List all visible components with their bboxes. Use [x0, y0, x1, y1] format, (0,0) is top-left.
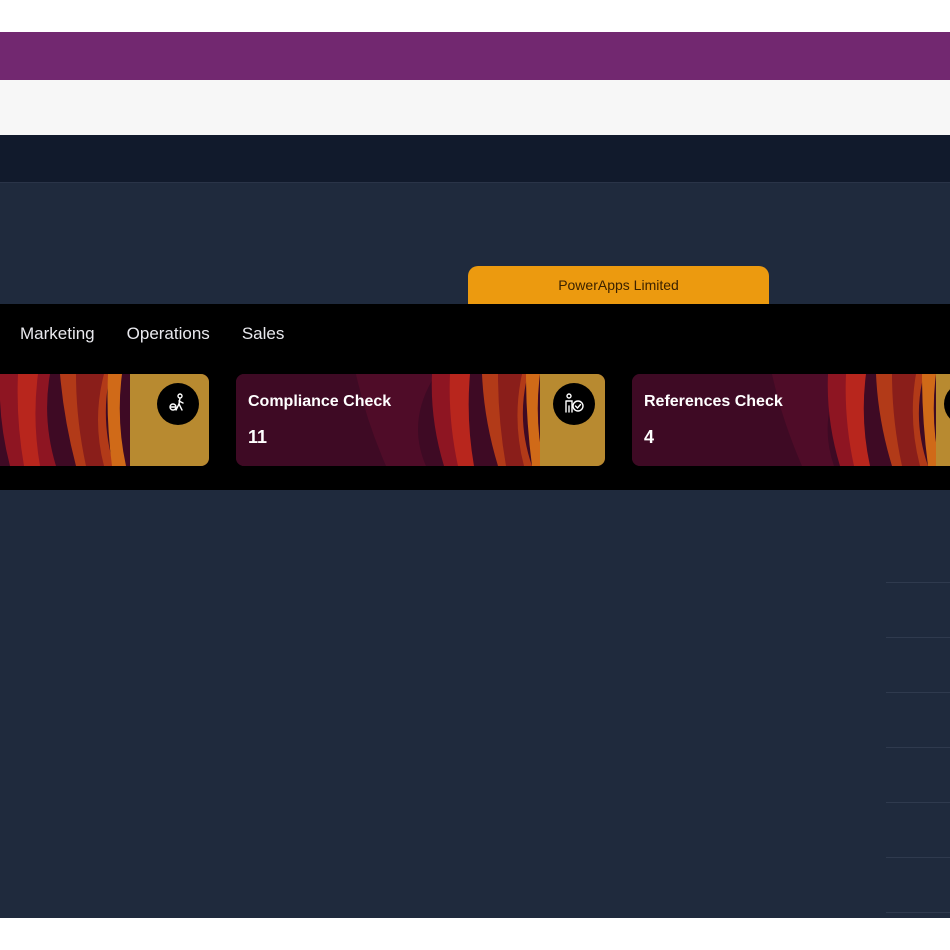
card-count: 11: [248, 427, 268, 447]
status-card-onboarding[interactable]: [0, 374, 209, 466]
list-item[interactable]: [886, 528, 950, 583]
tab-operations[interactable]: Operations: [127, 324, 210, 344]
department-panel: Marketing Operations Sales Compliance Ch…: [0, 304, 950, 490]
list-item[interactable]: [886, 693, 950, 748]
list-item[interactable]: [886, 583, 950, 638]
top-margin: [0, 0, 950, 32]
card-background-art: [632, 374, 950, 466]
status-card-compliance[interactable]: Compliance Check 11: [236, 374, 605, 466]
list-item[interactable]: [886, 803, 950, 858]
organization-tab[interactable]: PowerApps Limited: [468, 266, 769, 304]
card-count: 4: [644, 427, 655, 447]
card-title: References Check: [644, 393, 783, 410]
list-item[interactable]: [886, 748, 950, 803]
toolbar-band: [0, 80, 950, 135]
status-card-references[interactable]: References Check 4: [632, 374, 950, 466]
card-background-art: [236, 374, 605, 466]
compliance-icon: [553, 383, 595, 425]
tab-sales[interactable]: Sales: [242, 324, 285, 344]
app-top-bar: [0, 32, 950, 80]
side-list: [886, 528, 950, 913]
department-nav: Marketing Operations Sales: [0, 304, 297, 364]
onboarding-icon: [157, 383, 199, 425]
main-content: [0, 490, 950, 918]
list-item[interactable]: [886, 638, 950, 693]
list-item[interactable]: [886, 858, 950, 913]
card-title: Compliance Check: [248, 393, 392, 410]
bottom-margin: [0, 918, 950, 950]
tab-marketing[interactable]: Marketing: [20, 324, 95, 344]
navigation-band: [0, 135, 950, 183]
